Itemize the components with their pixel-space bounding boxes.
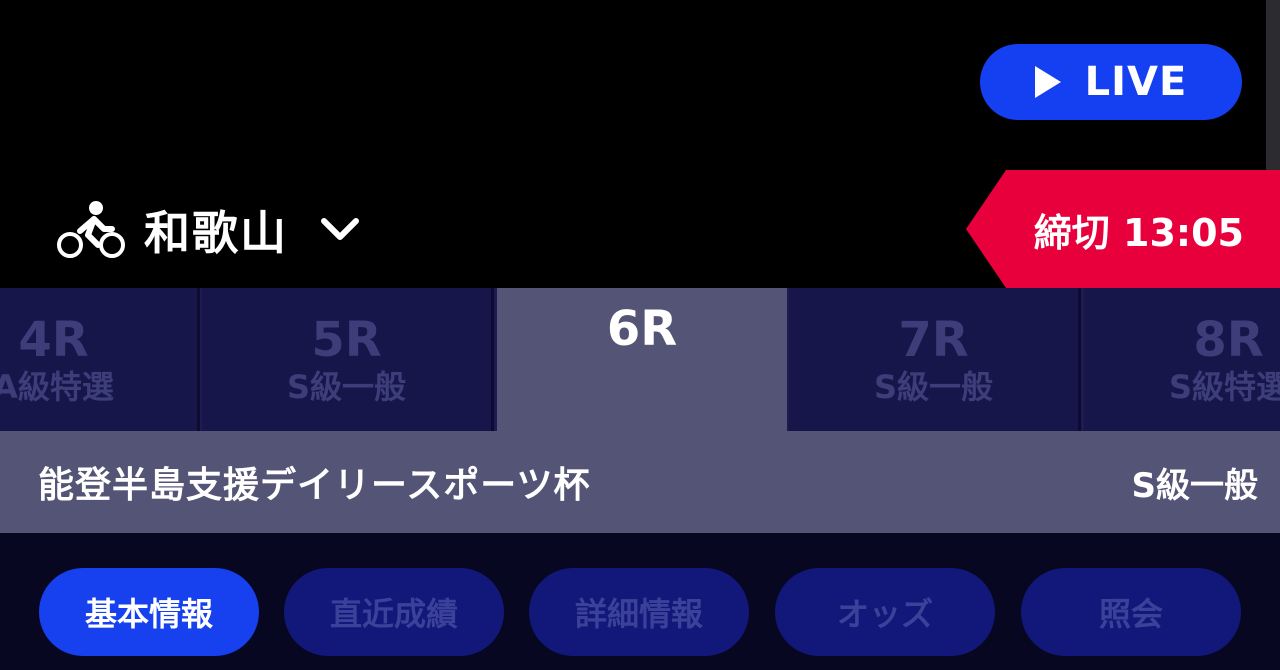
race-number: 7R [898, 311, 969, 368]
tab-basic-info[interactable]: 基本情報 [39, 568, 259, 656]
race-tabs: 4R A級特選 5R S級一般 6R 7R S級一般 8R S級特選 [0, 288, 1280, 431]
tab-inquiry[interactable]: 照会 [1021, 568, 1241, 656]
live-button[interactable]: LIVE [980, 44, 1242, 120]
race-class: A級特選 [0, 367, 114, 406]
tab-race-5r[interactable]: 5R S級一般 [202, 288, 494, 431]
race-title: 能登半島支援デイリースポーツ杯 [38, 465, 591, 506]
tab-label: 照会 [1098, 595, 1163, 633]
deadline-badge: 締切 13:05 [966, 170, 1280, 288]
tab-label: オッズ [836, 595, 933, 633]
tab-label: 詳細情報 [574, 595, 703, 633]
tab-race-8r[interactable]: 8R S級特選 [1084, 288, 1280, 431]
race-number: 8R [1193, 311, 1264, 368]
tab-race-6r[interactable]: 6R [497, 288, 787, 431]
venue-name: 和歌山 [144, 206, 288, 260]
deadline-text: 締切 13:05 [1033, 210, 1244, 255]
tab-odds[interactable]: オッズ [775, 568, 995, 656]
tab-label: 基本情報 [84, 595, 213, 633]
venue-selector[interactable]: 和歌山 [56, 198, 362, 262]
play-icon [1034, 66, 1061, 98]
tab-race-7r[interactable]: 7R S級一般 [789, 288, 1081, 431]
race-info-bar: 能登半島支援デイリースポーツ杯 S級一般 [0, 431, 1280, 533]
tab-detail-info[interactable]: 詳細情報 [529, 568, 749, 656]
race-number: 5R [311, 311, 382, 368]
tab-race-4r[interactable]: 4R A級特選 [0, 288, 200, 431]
race-number: 4R [18, 311, 89, 368]
race-class: S級一般 [873, 367, 994, 406]
chevron-down-icon [321, 218, 359, 240]
race-class: S級一般 [286, 367, 407, 406]
bicycle-icon [57, 201, 125, 258]
race-grade: S級一般 [1131, 465, 1259, 506]
race-number: 6R [606, 301, 678, 357]
race-class: S級特選 [1168, 367, 1280, 406]
info-tabs: 基本情報 直近成績 詳細情報 オッズ 照会 [0, 533, 1280, 670]
live-button-label: LIVE [1084, 59, 1188, 105]
tab-label: 直近成績 [329, 595, 458, 633]
tab-recent-results[interactable]: 直近成績 [284, 568, 504, 656]
